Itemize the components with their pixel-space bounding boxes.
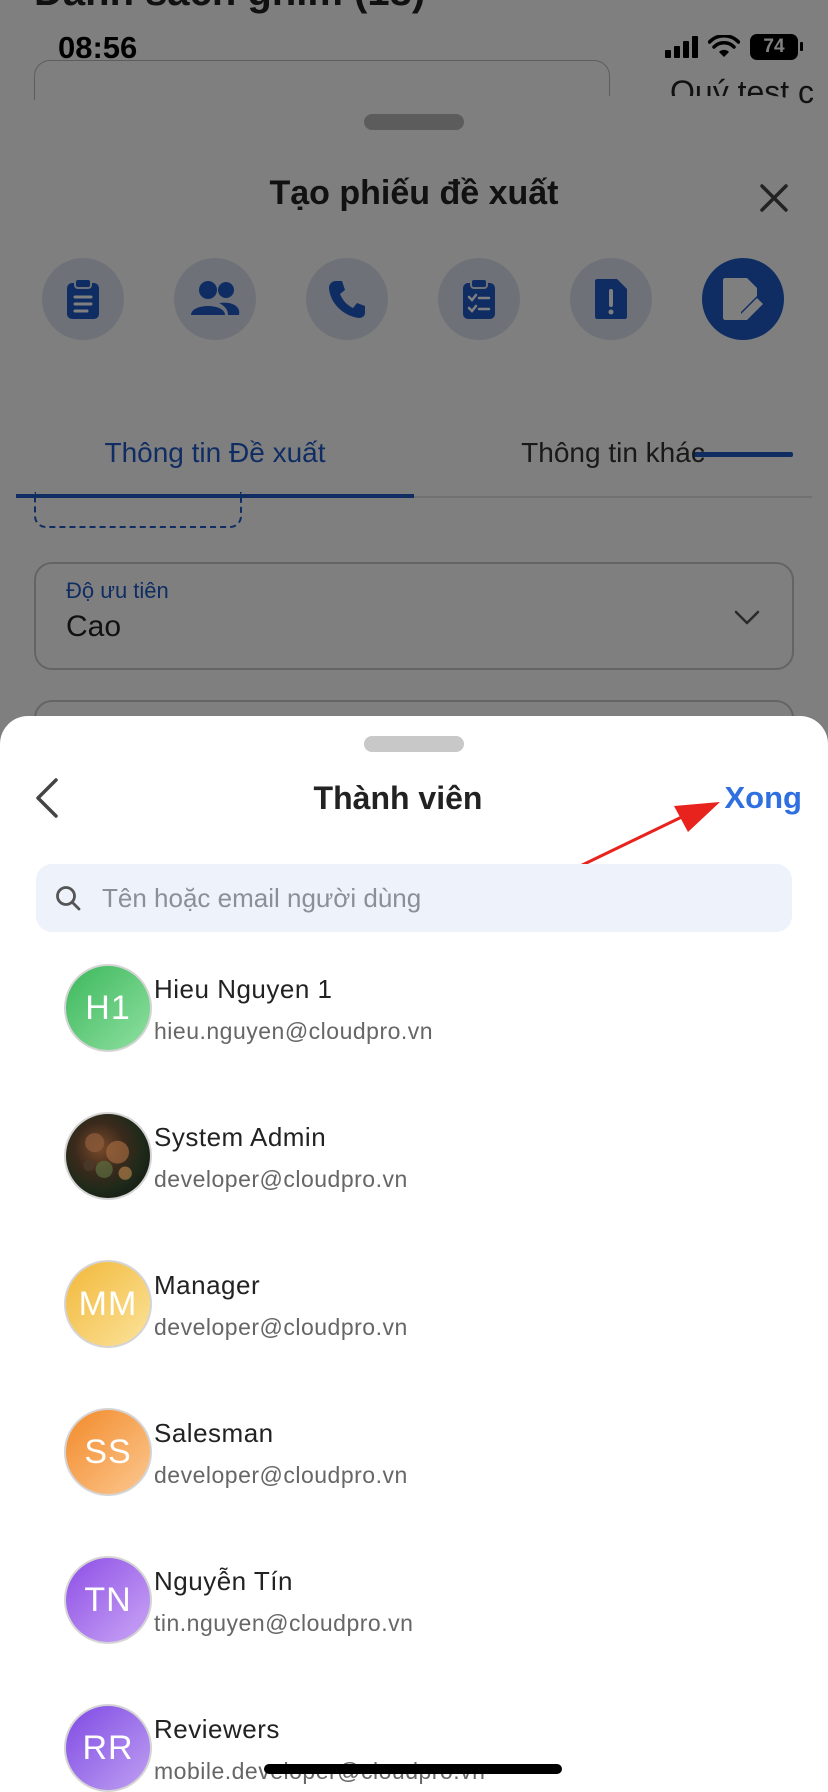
avatar: TN	[64, 1556, 152, 1644]
list-item[interactable]: SS Salesman developer@cloudpro.vn	[0, 1408, 828, 1556]
avatar: SS	[64, 1408, 152, 1496]
member-name: Manager	[154, 1270, 261, 1300]
search-bar	[36, 864, 792, 932]
list-item[interactable]: H1 Hieu Nguyen 1 hieu.nguyen@cloudpro.vn	[0, 964, 828, 1112]
avatar: RR	[64, 1704, 152, 1792]
member-name: Salesman	[154, 1418, 274, 1448]
list-item[interactable]: RR Reviewers mobile.developer@cloudpro.v…	[0, 1704, 828, 1792]
members-sheet: Thành viên Xong H1 Hieu Nguyen 1 hieu.ng…	[0, 716, 828, 1792]
member-email: developer@cloudpro.vn	[154, 1166, 408, 1192]
done-button[interactable]: Xong	[725, 780, 803, 816]
avatar: H1	[64, 964, 152, 1052]
search-input[interactable]	[102, 882, 742, 914]
member-email: hieu.nguyen@cloudpro.vn	[154, 1018, 434, 1044]
avatar: MM	[64, 1260, 152, 1348]
home-indicator[interactable]	[264, 1764, 562, 1774]
list-item[interactable]: System Admin developer@cloudpro.vn	[0, 1112, 828, 1260]
members-sheet-drag-handle[interactable]	[364, 736, 464, 752]
member-name: System Admin	[154, 1122, 327, 1152]
member-email: developer@cloudpro.vn	[154, 1314, 408, 1340]
avatar-photo	[64, 1112, 152, 1200]
member-email: tin.nguyen@cloudpro.vn	[154, 1610, 414, 1636]
member-name: Reviewers	[154, 1714, 280, 1744]
member-name: Hieu Nguyen 1	[154, 974, 333, 1004]
list-item[interactable]: MM Manager developer@cloudpro.vn	[0, 1260, 828, 1408]
member-list: H1 Hieu Nguyen 1 hieu.nguyen@cloudpro.vn…	[0, 964, 828, 1792]
member-name: Nguyễn Tín	[154, 1566, 293, 1596]
search-icon	[56, 886, 81, 911]
avatar-photo-image	[83, 1133, 132, 1180]
member-email: developer@cloudpro.vn	[154, 1462, 408, 1488]
list-item[interactable]: TN Nguyễn Tín tin.nguyen@cloudpro.vn	[0, 1556, 828, 1704]
